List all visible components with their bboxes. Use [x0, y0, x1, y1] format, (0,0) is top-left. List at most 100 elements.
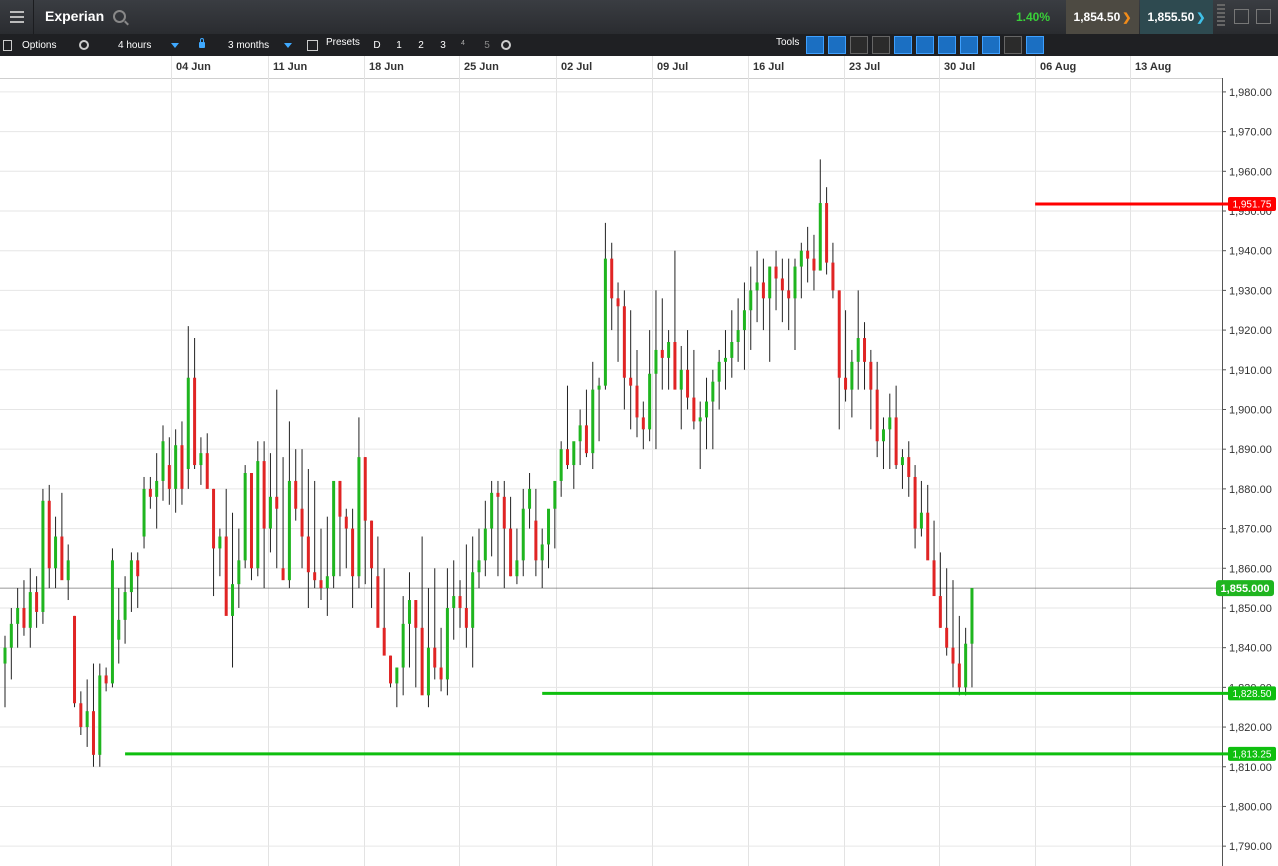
candle-body [332, 480, 336, 577]
candle-body [142, 488, 146, 537]
doc-icon[interactable] [3, 34, 12, 56]
candle-body [249, 473, 253, 569]
candle-body [730, 342, 734, 358]
sell-price-button[interactable]: 1,854.50 ❯ [1066, 0, 1139, 34]
back-arrow-tool-icon[interactable] [806, 36, 824, 54]
label-tool-icon[interactable] [982, 36, 1000, 54]
y-tick-label: 1,840.00 [1229, 643, 1272, 655]
preset-button-2[interactable]: 2 [412, 36, 430, 54]
candle-body [186, 377, 190, 470]
y-tick-label: 1,930.00 [1229, 285, 1272, 297]
price-chart[interactable]: 04 Jun 11 Jun 18 Jun 25 Jun 02 Jul 09 Jul 16 J… [0, 56, 1278, 866]
candle-body [407, 600, 411, 624]
preset-gear-icon[interactable] [501, 34, 511, 56]
candle-body [774, 266, 778, 279]
y-tick-label: 1,790.00 [1229, 841, 1272, 853]
candle-body [319, 580, 323, 589]
candle-body [768, 266, 772, 299]
tools-label: Tools [776, 36, 800, 48]
candle-body [9, 623, 13, 648]
candle-body [692, 397, 696, 422]
print-icon[interactable] [1004, 36, 1022, 54]
candle-body [761, 282, 765, 299]
curve-tool-icon[interactable] [828, 36, 846, 54]
candle-body [863, 338, 867, 362]
candle-body [60, 536, 64, 581]
candle-body [357, 457, 361, 577]
candle-body [28, 592, 32, 628]
candle-body [964, 643, 968, 688]
candle-body [110, 560, 114, 684]
layers-tool-icon[interactable] [938, 36, 956, 54]
candle-body [711, 381, 715, 402]
candle-body [572, 441, 576, 466]
candle-body [471, 572, 475, 628]
candle-body [799, 250, 803, 267]
indicator-tool-icon[interactable] [894, 36, 912, 54]
grid-tool-icon[interactable] [872, 36, 890, 54]
candle-body [136, 560, 140, 577]
candle-body [755, 282, 759, 291]
x-tick-label: 04 Jun [176, 61, 211, 73]
preset-button-4[interactable]: 4 [454, 34, 472, 52]
calendar-icon[interactable] [307, 34, 318, 56]
candle-body [534, 520, 538, 561]
preset-button-3[interactable]: 3 [434, 36, 452, 54]
preset-button-d[interactable]: D [368, 36, 386, 54]
candle-body [648, 373, 652, 430]
options-menu[interactable]: Options [22, 34, 56, 56]
drag-handle-icon[interactable] [1217, 4, 1225, 28]
candle-body [123, 592, 127, 620]
candle-body [509, 528, 513, 577]
candle-body [825, 203, 829, 263]
fork-tool-icon[interactable] [960, 36, 978, 54]
candle-body [3, 647, 7, 664]
candle-body [528, 488, 532, 509]
text-tool-icon[interactable] [850, 36, 868, 54]
y-tick-label: 1,910.00 [1229, 365, 1272, 377]
preset-button-1[interactable]: 1 [390, 36, 408, 54]
candle-body [395, 667, 399, 684]
preset-button-5[interactable]: 5 [478, 36, 496, 54]
settings-tool-icon[interactable] [1026, 36, 1044, 54]
x-tick-label: 11 Jun [273, 61, 308, 73]
candle-body [433, 647, 437, 668]
y-tick-label: 1,960.00 [1229, 166, 1272, 178]
candle-body [559, 449, 563, 481]
candle-body [900, 457, 904, 466]
y-tick-label: 1,880.00 [1229, 484, 1272, 496]
candle-body [104, 675, 108, 684]
candle-body [389, 655, 393, 684]
arrow-down-icon: ❯ [1122, 11, 1132, 24]
hamburger-menu-icon[interactable] [0, 0, 34, 34]
candle-body [869, 361, 873, 390]
popout-icon[interactable] [1234, 9, 1249, 24]
x-tick-label: 25 Jun [464, 61, 499, 73]
buy-price-button[interactable]: 1,855.50 ❯ [1140, 0, 1213, 34]
candle-tool-icon[interactable] [916, 36, 934, 54]
candle-body [812, 258, 816, 271]
interval-select[interactable]: 4 hours [118, 34, 190, 56]
candle-body [300, 508, 304, 537]
candle-body [957, 663, 961, 688]
x-tick-label: 18 Jun [369, 61, 404, 73]
lock-icon[interactable] [199, 34, 205, 56]
candle-body [79, 703, 83, 728]
maximize-icon[interactable] [1256, 9, 1271, 24]
candle-body [540, 544, 544, 561]
candle-body [155, 480, 159, 497]
candle-body [938, 596, 942, 628]
search-icon[interactable] [113, 10, 126, 23]
candle-body [180, 445, 184, 489]
y-tick-label: 1,850.00 [1229, 603, 1272, 615]
options-gear-icon[interactable] [79, 34, 89, 56]
x-tick-label: 16 Jul [753, 61, 784, 73]
y-tick-label: 1,900.00 [1229, 404, 1272, 416]
candle-body [888, 417, 892, 430]
range-select[interactable]: 3 months [228, 34, 300, 56]
candle-body [597, 385, 601, 390]
candle-body [787, 290, 791, 299]
candle-body [837, 290, 841, 378]
candle-body [907, 457, 911, 477]
level-label: 1,951.75 [1233, 200, 1272, 211]
